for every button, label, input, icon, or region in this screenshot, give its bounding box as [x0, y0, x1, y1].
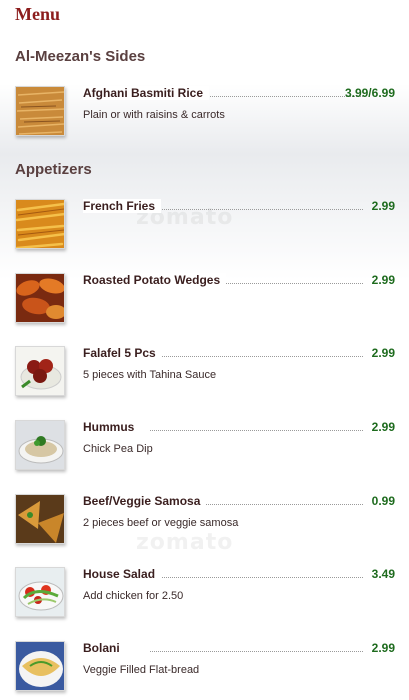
falafel-image — [15, 346, 65, 396]
leader-dots — [150, 430, 363, 431]
item-name: French Fries — [83, 199, 162, 213]
french-fries-image — [15, 199, 65, 249]
item-name: Roasted Potato Wedges — [83, 273, 227, 287]
item-name: Afghani Basmiti Rice — [83, 86, 210, 100]
item-description: 5 pieces with Tahina Sauce — [83, 369, 217, 381]
menu-item-bolani: Bolani 2.99 Veggie Filled Flat-bread — [0, 641, 409, 700]
hummus-image — [15, 420, 65, 470]
item-description: Plain or with raisins & carrots — [83, 109, 225, 121]
section-title-sides: Al-Meezan's Sides — [15, 48, 146, 65]
item-price: 2.99 — [371, 346, 395, 360]
rice-image — [15, 86, 65, 136]
item-description: Veggie Filled Flat-bread — [83, 664, 200, 676]
item-name: Bolani — [83, 641, 126, 655]
potato-wedges-image — [15, 273, 65, 323]
leader-dots — [150, 577, 363, 578]
item-price: 0.99 — [371, 494, 395, 508]
leader-dots — [150, 356, 363, 357]
page-title: Menu — [15, 4, 60, 24]
menu-item-potato-wedges: Roasted Potato Wedges 2.99 — [0, 273, 409, 333]
item-price: 2.99 — [371, 420, 395, 434]
menu-item-house-salad: House Salad 3.49 Add chicken for 2.50 — [0, 567, 409, 627]
section-title-appetizers: Appetizers — [15, 161, 92, 178]
leader-dots — [150, 651, 363, 652]
item-price: 2.99 — [371, 641, 395, 655]
leader-dots — [150, 209, 363, 210]
item-description: 2 pieces beef or veggie samosa — [83, 517, 239, 529]
item-price: 2.99 — [371, 273, 395, 287]
item-name: House Salad — [83, 567, 162, 581]
menu-item-basmati-rice: Afghani Basmiti Rice 3.99/6.99 Plain or … — [0, 86, 409, 146]
item-description: Chick Pea Dip — [83, 443, 153, 455]
samosa-image — [15, 494, 65, 544]
item-name: Hummus — [83, 420, 141, 434]
item-price: 2.99 — [371, 199, 395, 213]
item-price: 3.99/6.99 — [344, 86, 395, 100]
menu-item-falafel: Falafel 5 Pcs 2.99 5 pieces with Tahina … — [0, 346, 409, 406]
menu-item-hummus: Hummus 2.99 Chick Pea Dip — [0, 420, 409, 480]
salad-image — [15, 567, 65, 617]
item-name: Falafel 5 Pcs — [83, 346, 162, 360]
bolani-image — [15, 641, 65, 691]
item-price: 3.49 — [371, 567, 395, 581]
item-name: Beef/Veggie Samosa — [83, 494, 207, 508]
watermark: zomato — [136, 530, 234, 555]
item-description: Add chicken for 2.50 — [83, 590, 184, 602]
